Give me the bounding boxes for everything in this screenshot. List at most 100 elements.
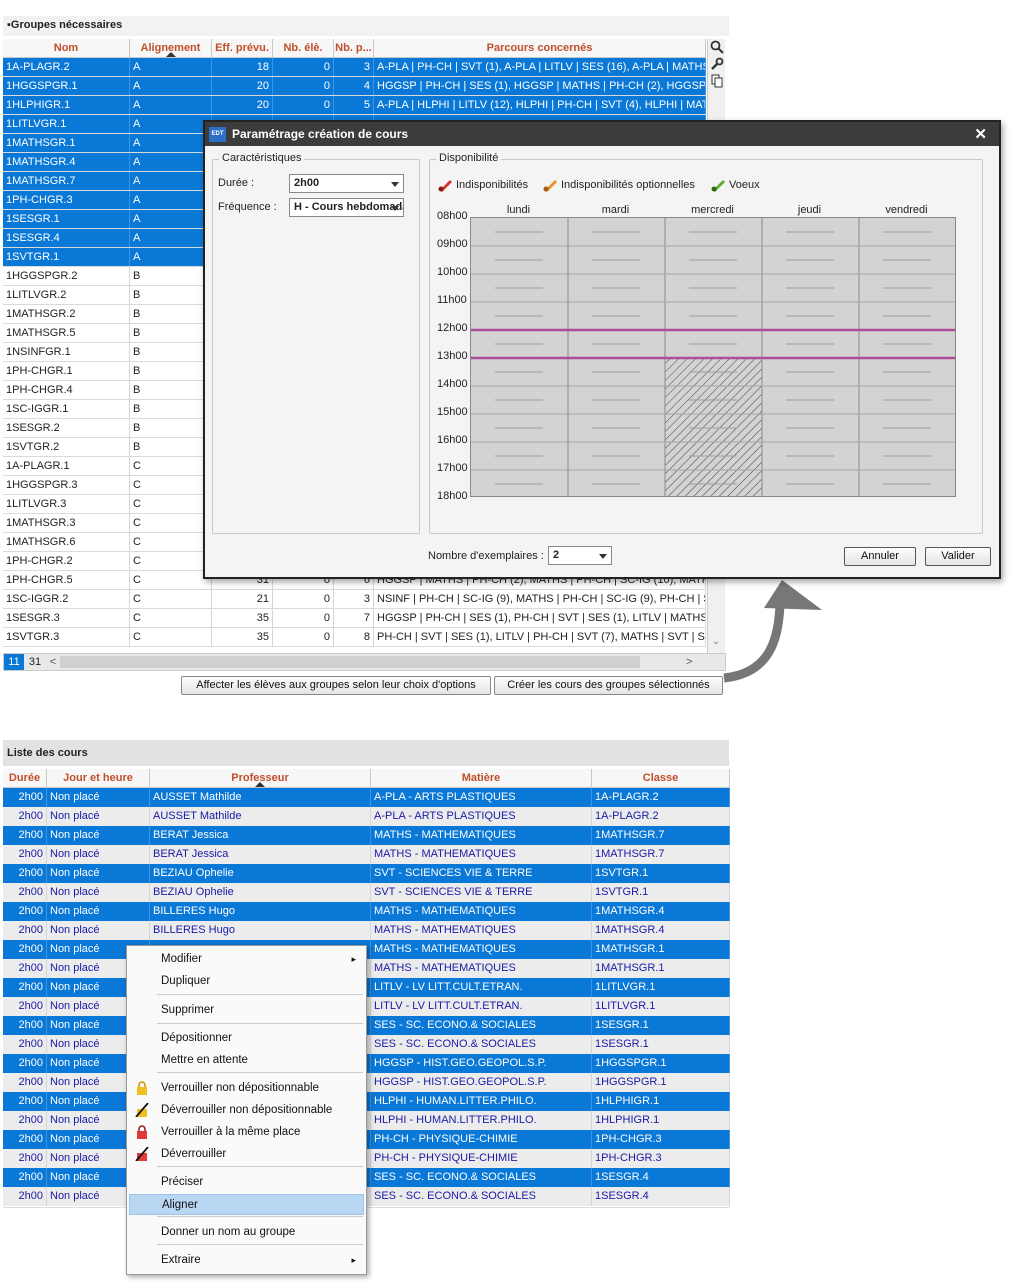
scroll-right-icon[interactable]: > — [686, 656, 692, 668]
frequence-select[interactable]: H - Cours hebdomadaire — [289, 198, 404, 217]
table-row[interactable]: 1SC-IGGR.2 C 21 0 3 NSINF | PH-CH | SC-IG (9)… — [3, 590, 706, 609]
cell-classe: 1SESGR.1 — [592, 1035, 730, 1054]
menu-item-label: Dépositionner — [161, 1032, 232, 1044]
search-icon[interactable] — [709, 40, 725, 56]
cell-nb-parcours: 7 — [334, 609, 374, 627]
col-header-eff-prevu[interactable]: Eff. prévu. — [212, 39, 273, 57]
cell-alignement: A — [130, 172, 212, 190]
table-row[interactable]: 1SESGR.3 C 35 0 7 HGGSP | PH-CH | SES (1), PH… — [3, 609, 706, 628]
cell-duree: 2h00 — [3, 959, 47, 978]
menu-item-mettre-en-attente[interactable]: Mettre en attente — [129, 1050, 364, 1071]
cell-nom: 1MATHSGR.5 — [3, 324, 130, 342]
frequence-select-value: H - Cours hebdomadaire — [294, 201, 403, 213]
scroll-left-icon[interactable]: < — [46, 656, 60, 668]
cell-jour-heure: Non placé — [47, 788, 150, 807]
cell-jour-heure: Non placé — [47, 921, 150, 940]
affecter-eleves-button[interactable]: Affecter les élèves aux groupes selon le… — [181, 676, 491, 695]
cell-jour-heure: Non placé — [47, 883, 150, 902]
menu-item-modifier[interactable]: Modifier ▸ — [129, 949, 364, 970]
table-row[interactable]: 1HGGSPGR.1 A 20 0 4 HGGSP | PH-CH | SES (1), … — [3, 77, 706, 96]
cell-professeur: AUSSET Mathilde — [150, 807, 371, 826]
exemplaires-select[interactable]: 2 — [548, 546, 612, 565]
menu-item-extraire[interactable]: Extraire ▸ — [129, 1250, 364, 1271]
horizontal-scrollbar[interactable] — [60, 656, 640, 668]
menu-item-depositionner[interactable]: Dépositionner — [129, 1028, 364, 1049]
cell-matiere: HGGSP - HIST.GEO.GEOPOL.S.P. — [371, 1054, 592, 1073]
cell-alignement: C — [130, 628, 212, 646]
menu-item-dupliquer[interactable]: Dupliquer — [129, 971, 364, 992]
col-header-nom[interactable]: Nom — [3, 39, 130, 57]
close-icon[interactable]: ✕ — [974, 125, 987, 143]
menu-item-supprimer[interactable]: Supprimer — [129, 1000, 364, 1021]
col-header-classe[interactable]: Classe — [592, 769, 730, 787]
disponibilite-schedule[interactable] — [470, 217, 956, 498]
menu-item-deverrouiller-non-depositionnable[interactable]: Déverrouiller non dépositionnable — [129, 1100, 364, 1121]
cell-nb-parcours: 3 — [334, 58, 374, 76]
cell-classe: 1HGGSPGR.1 — [592, 1054, 730, 1073]
table-row[interactable]: 2h00 Non placé AUSSET Mathilde A-PLA - ARTS… — [3, 788, 730, 807]
cell-nom: 1PH-CHGR.5 — [3, 571, 130, 589]
menu-item-deverrouiller[interactable]: Déverrouiller — [129, 1144, 364, 1165]
schedule-grid[interactable] — [471, 218, 956, 498]
cell-jour-heure: Non placé — [47, 807, 150, 826]
table-row[interactable]: 1SVTGR.3 C 35 0 8 PH-CH | SVT | SES (1), LITL… — [3, 628, 706, 647]
legend-voeux[interactable]: Voeux — [711, 178, 760, 192]
col-header-parcours[interactable]: Parcours concernés — [374, 39, 706, 57]
legend-voeux-label: Voeux — [729, 179, 760, 191]
table-row[interactable]: 2h00 Non placé AUSSET Mathilde A-PLA - ARTS… — [3, 807, 730, 826]
menu-item-verrouiller-non-depositionnable[interactable]: Verrouiller non dépositionnable — [129, 1078, 364, 1099]
legend-indisponibilites[interactable]: Indisponibilités — [438, 178, 528, 192]
menu-item-aligner[interactable]: Aligner — [129, 1194, 364, 1215]
hour-label: 16h00 — [437, 434, 468, 446]
table-row[interactable]: 1A-PLAGR.2 A 18 0 3 A-PLA | PH-CH | SVT (1), … — [3, 58, 706, 77]
table-row[interactable]: 2h00 Non placé BILLERES Hugo MATHS - MATHEM… — [3, 921, 730, 940]
cell-nom: 1MATHSGR.7 — [3, 172, 130, 190]
wrench-icon[interactable] — [709, 57, 725, 73]
table-row[interactable]: 2h00 Non placé BEZIAU Ophelie SVT - SCIENCE… — [3, 883, 730, 902]
annuler-button[interactable]: Annuler — [844, 547, 916, 566]
menu-item-label: Modifier — [161, 953, 202, 965]
dialog-titlebar[interactable]: EDT Paramétrage création de cours ✕ — [205, 122, 999, 146]
table-row[interactable]: 2h00 Non placé BEZIAU Ophelie SVT - SCIENCE… — [3, 864, 730, 883]
cell-jour-heure: Non placé — [47, 826, 150, 845]
table-row[interactable]: 2h00 Non placé BERAT Jessica MATHS - MATHEM… — [3, 845, 730, 864]
table-row[interactable]: 1HLPHIGR.1 A 20 0 5 A-PLA | HLPHI | LITLV (12… — [3, 96, 706, 115]
creer-cours-button[interactable]: Créer les cours des groupes sélectionnés — [494, 676, 723, 695]
cell-classe: 1SVTGR.1 — [592, 864, 730, 883]
app-root: ▪Groupes nécessaires Nom Alignement Eff.… — [0, 0, 1015, 1282]
cell-alignement: B — [130, 400, 212, 418]
col-header-professeur[interactable]: Professeur — [150, 769, 371, 787]
cell-nom: 1PH-CHGR.1 — [3, 362, 130, 380]
table-row[interactable]: 2h00 Non placé BILLERES Hugo MATHS - MATHEM… — [3, 902, 730, 921]
cell-duree: 2h00 — [3, 864, 47, 883]
menu-item-verrouiller-a-la-meme-place[interactable]: Verrouiller à la même place — [129, 1122, 364, 1143]
legend-indispo-optionnelles[interactable]: Indisponibilités optionnelles — [543, 178, 695, 192]
col-header-nb-parcours[interactable]: Nb. p... — [334, 39, 374, 57]
cell-parcours: A-PLA | HLPHI | LITLV (12), HLPHI | PH-C… — [374, 96, 706, 114]
context-menu: Modifier ▸ Dupliquer Supprimer Dépositionner… — [126, 945, 367, 1275]
chevron-down-icon — [599, 554, 607, 559]
cell-classe: 1LITLVGR.1 — [592, 997, 730, 1016]
cell-matiere: A-PLA - ARTS PLASTIQUES — [371, 807, 592, 826]
cell-professeur: BERAT Jessica — [150, 826, 371, 845]
col-header-matiere[interactable]: Matière — [371, 769, 592, 787]
menu-item-label: Mettre en attente — [161, 1054, 248, 1066]
duree-select-value: 2h00 — [294, 177, 320, 189]
cell-alignement: C — [130, 457, 212, 475]
col-header-jour-heure[interactable]: Jour et heure — [47, 769, 150, 787]
cell-classe: 1A-PLAGR.2 — [592, 807, 730, 826]
col-header-duree[interactable]: Durée — [3, 769, 47, 787]
cell-nom: 1LITLVGR.3 — [3, 495, 130, 513]
cell-classe: 1MATHSGR.4 — [592, 902, 730, 921]
copy-icon[interactable] — [709, 74, 725, 90]
menu-item-preciser[interactable]: Préciser — [129, 1172, 364, 1193]
menu-item-label: Extraire — [161, 1254, 201, 1266]
col-header-alignement[interactable]: Alignement — [130, 39, 212, 57]
menu-item-label: Déverrouiller non dépositionnable — [161, 1104, 333, 1116]
col-header-nb-eleves[interactable]: Nb. élè. — [273, 39, 334, 57]
table-row[interactable]: 2h00 Non placé BERAT Jessica MATHS - MATHEM… — [3, 826, 730, 845]
menu-item-donner-un-nom-au-groupe[interactable]: Donner un nom au groupe — [129, 1222, 364, 1243]
groupes-grid-header: Nom Alignement Eff. prévu. Nb. élè. Nb. … — [3, 39, 706, 58]
valider-button[interactable]: Valider — [925, 547, 991, 566]
duree-select[interactable]: 2h00 — [289, 174, 404, 193]
